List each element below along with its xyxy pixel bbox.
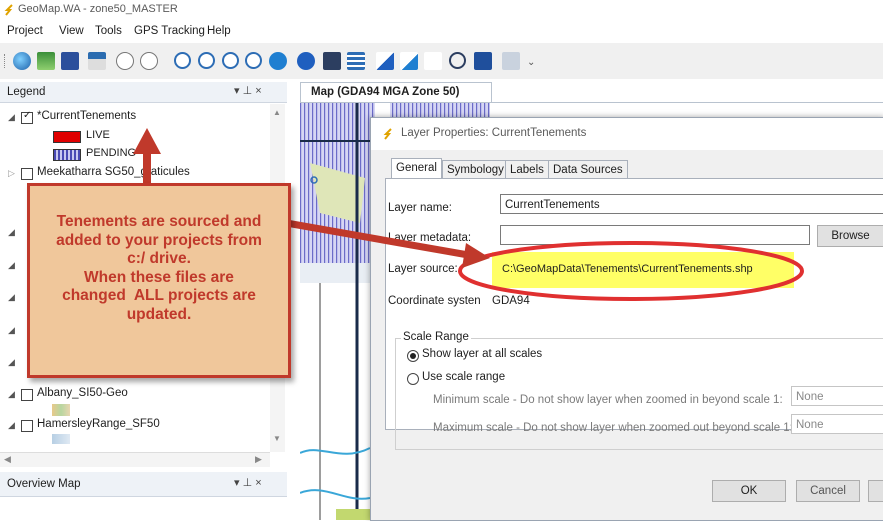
- highlight-ellipse: [458, 241, 804, 301]
- arrow-head: [133, 128, 161, 154]
- annotation-callout: Tenements are sourced and added to your …: [27, 183, 291, 378]
- callout-line: Tenements are sourced and: [56, 213, 262, 230]
- callout-line: updated.: [126, 305, 192, 323]
- callout-text: Tenements are sourced and added to your …: [34, 213, 284, 324]
- pointer-arrow: [274, 217, 475, 260]
- arrow-head: [462, 243, 490, 268]
- callout-line: added to your projects from: [56, 231, 262, 249]
- callout-line: When these files are: [84, 268, 234, 286]
- callout-line: changed ALL projects are: [62, 287, 256, 304]
- callout-line: c:/ drive.: [127, 250, 191, 267]
